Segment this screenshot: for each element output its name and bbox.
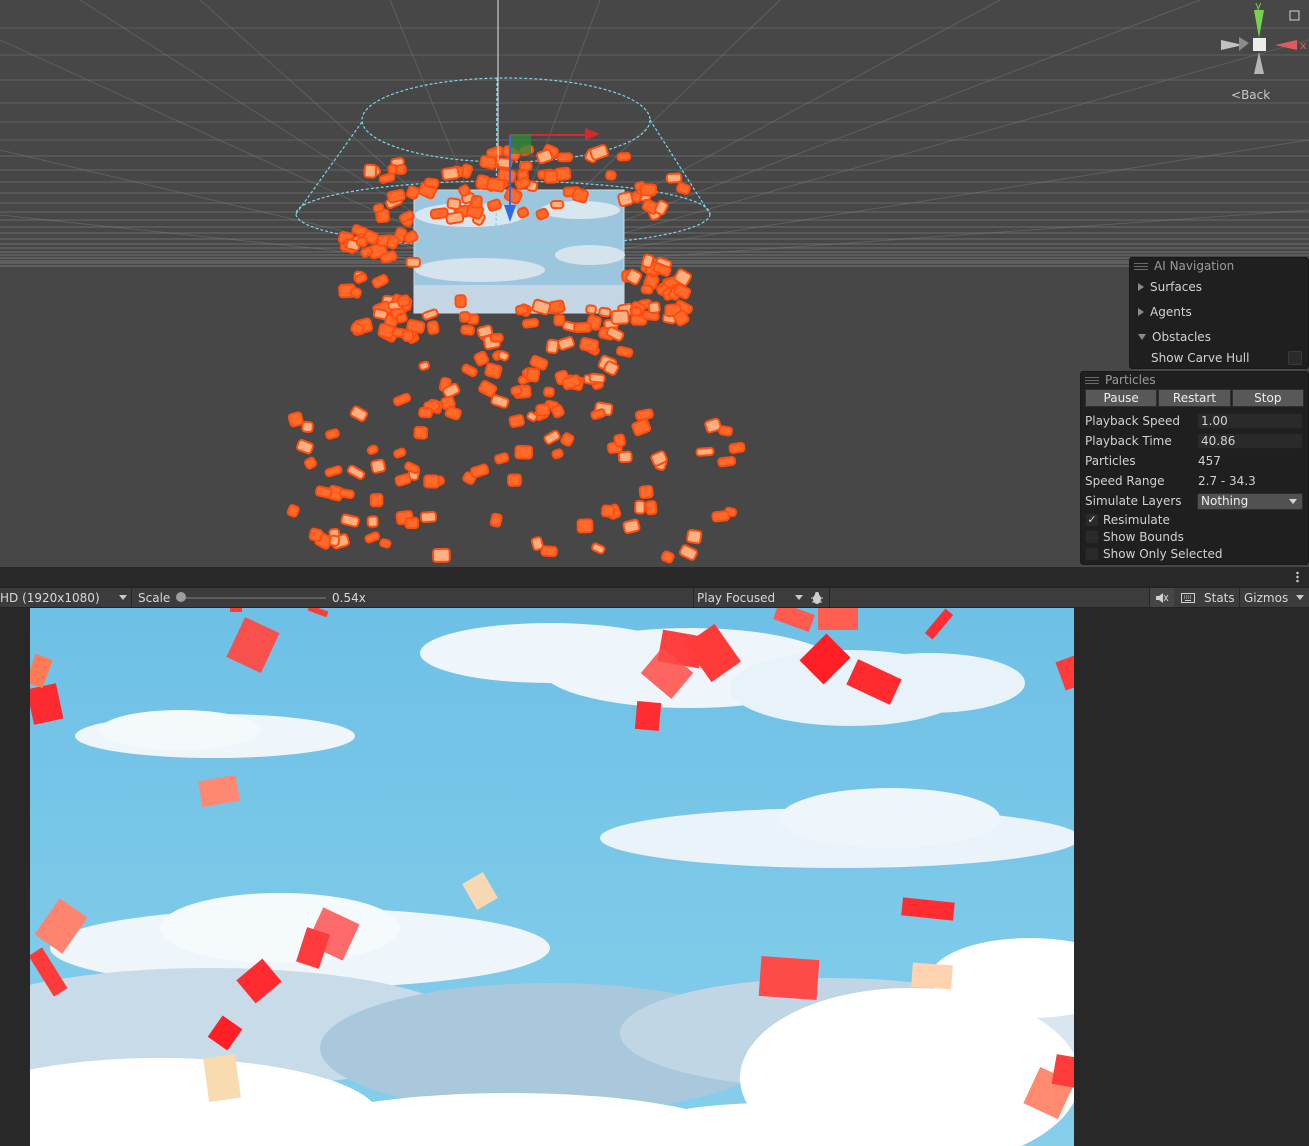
foldout-label: Obstacles: [1152, 329, 1211, 344]
show-bounds-row: Show Bounds: [1081, 528, 1308, 545]
resimulate-checkbox[interactable]: ✓: [1085, 512, 1099, 527]
center-cube-icon[interactable]: [1253, 38, 1266, 51]
pause-button[interactable]: Pause: [1085, 389, 1158, 407]
resimulate-row: ✓ Resimulate: [1081, 511, 1308, 528]
play-mode-value: Play Focused: [697, 590, 776, 605]
speed-range-row: Speed Range 2.7 - 34.3: [1081, 471, 1308, 491]
game-view-toolbar: HD (1920x1080) Scale 0.54x Play Focused …: [0, 587, 1309, 608]
dropdown-arrow-icon: [795, 595, 803, 600]
foldout-label: Agents: [1150, 304, 1192, 319]
playback-buttons: Pause Restart Stop: [1085, 389, 1305, 407]
playback-speed-row: Playback Speed 1.00: [1081, 411, 1308, 431]
gizmos-button[interactable]: Gizmos: [1244, 588, 1288, 607]
simulate-layers-value: Nothing: [1201, 494, 1249, 508]
toolbar-separator: [1239, 588, 1240, 607]
particles-overlay: Particles Pause Restart Stop Playback Sp…: [1080, 371, 1309, 565]
back-chevron-icon: <: [1231, 88, 1242, 102]
scale-value: 0.54x: [332, 590, 366, 605]
playback-time-label: Playback Time: [1085, 434, 1172, 448]
particle-count-label: Particles: [1085, 454, 1136, 468]
speed-range-label: Speed Range: [1085, 474, 1165, 488]
y-axis-label: y: [1255, 0, 1262, 12]
game-view[interactable]: [0, 608, 1309, 1146]
particle-count-row: Particles 457: [1081, 451, 1308, 471]
speed-range-value: 2.7 - 34.3: [1198, 474, 1256, 488]
resolution-value: HD (1920x1080): [0, 590, 100, 605]
stop-button[interactable]: Stop: [1231, 389, 1304, 407]
scale-slider-track[interactable]: [181, 597, 326, 599]
toolbar-separator: [693, 588, 694, 607]
more-options-icon[interactable]: [1296, 571, 1299, 583]
lock-icon[interactable]: [1289, 10, 1300, 21]
scale-label: Scale: [138, 590, 171, 605]
scene-grid: [0, 0, 1309, 269]
game-render[interactable]: [30, 608, 1074, 1146]
show-only-selected-checkbox[interactable]: [1085, 546, 1099, 561]
simulate-layers-label: Simulate Layers: [1085, 494, 1182, 508]
playback-speed-field[interactable]: 1.00: [1197, 413, 1303, 429]
particles-title-bar[interactable]: Particles: [1081, 372, 1308, 388]
dropdown-arrow-icon: [1289, 498, 1297, 504]
collapse-arrow-icon: [1138, 333, 1146, 340]
checkmark-icon: ✓: [1087, 512, 1097, 526]
restart-button[interactable]: Restart: [1158, 389, 1231, 407]
ai-navigation-title-bar[interactable]: AI Navigation: [1130, 258, 1308, 274]
stats-button[interactable]: Stats: [1204, 588, 1235, 607]
foldout-agents[interactable]: Agents: [1130, 299, 1308, 324]
expand-arrow-icon: [1138, 282, 1144, 291]
dropdown-arrow-icon: [119, 595, 127, 600]
ai-navigation-overlay: AI Navigation Surfaces Agents Obstacles …: [1129, 257, 1309, 369]
view-label-text: Back: [1241, 88, 1271, 102]
resolution-dropdown[interactable]: HD (1920x1080): [0, 588, 132, 607]
toolbar-separator: [829, 588, 830, 607]
x-axis-cone-icon[interactable]: [1275, 40, 1297, 50]
x-axis-label: x: [1300, 39, 1307, 52]
toolbar-separator: [131, 588, 132, 607]
expand-arrow-icon: [1138, 307, 1144, 316]
keyboard-shortcuts-icon[interactable]: [1177, 588, 1199, 607]
show-carve-hull-checkbox[interactable]: [1288, 351, 1302, 365]
particle-count-value: 457: [1198, 454, 1221, 468]
show-carve-hull-label: Show Carve Hull: [1151, 351, 1250, 365]
play-mode-dropdown[interactable]: Play Focused: [697, 588, 803, 607]
drag-handle-icon[interactable]: [1134, 262, 1148, 270]
neg-y-axis-cone-icon[interactable]: [1254, 52, 1264, 74]
simulate-layers-dropdown[interactable]: Nothing: [1197, 492, 1303, 510]
drag-handle-icon[interactable]: [1085, 376, 1099, 384]
show-bounds-label: Show Bounds: [1103, 529, 1184, 544]
gizmos-dropdown-arrow-icon[interactable]: [1293, 588, 1307, 607]
show-bounds-checkbox[interactable]: [1085, 529, 1099, 544]
y-axis-cone-icon[interactable]: [1254, 10, 1264, 38]
panel-splitter[interactable]: [0, 567, 1309, 587]
view-label[interactable]: <Back: [1231, 88, 1270, 102]
resimulate-label: Resimulate: [1103, 512, 1170, 527]
show-only-selected-row: Show Only Selected: [1081, 545, 1308, 562]
scale-slider-handle[interactable]: [176, 592, 186, 602]
foldout-label: Surfaces: [1150, 279, 1202, 294]
mute-audio-icon[interactable]: [1150, 588, 1174, 607]
playback-speed-label: Playback Speed: [1085, 414, 1180, 428]
show-only-selected-label: Show Only Selected: [1103, 546, 1223, 561]
scene-view[interactable]: y x <Back AI Navigation Surfaces Agents …: [0, 0, 1309, 567]
playback-time-field[interactable]: 40.86: [1197, 433, 1303, 449]
simulate-layers-row: Simulate Layers Nothing: [1081, 491, 1308, 511]
bug-icon[interactable]: [806, 588, 828, 607]
ai-navigation-title: AI Navigation: [1154, 259, 1235, 273]
foldout-surfaces[interactable]: Surfaces: [1130, 274, 1308, 299]
playback-time-row: Playback Time 40.86: [1081, 431, 1308, 451]
show-carve-hull-row: Show Carve Hull: [1130, 349, 1308, 367]
foldout-obstacles[interactable]: Obstacles: [1130, 324, 1308, 349]
particles-title: Particles: [1105, 373, 1156, 387]
